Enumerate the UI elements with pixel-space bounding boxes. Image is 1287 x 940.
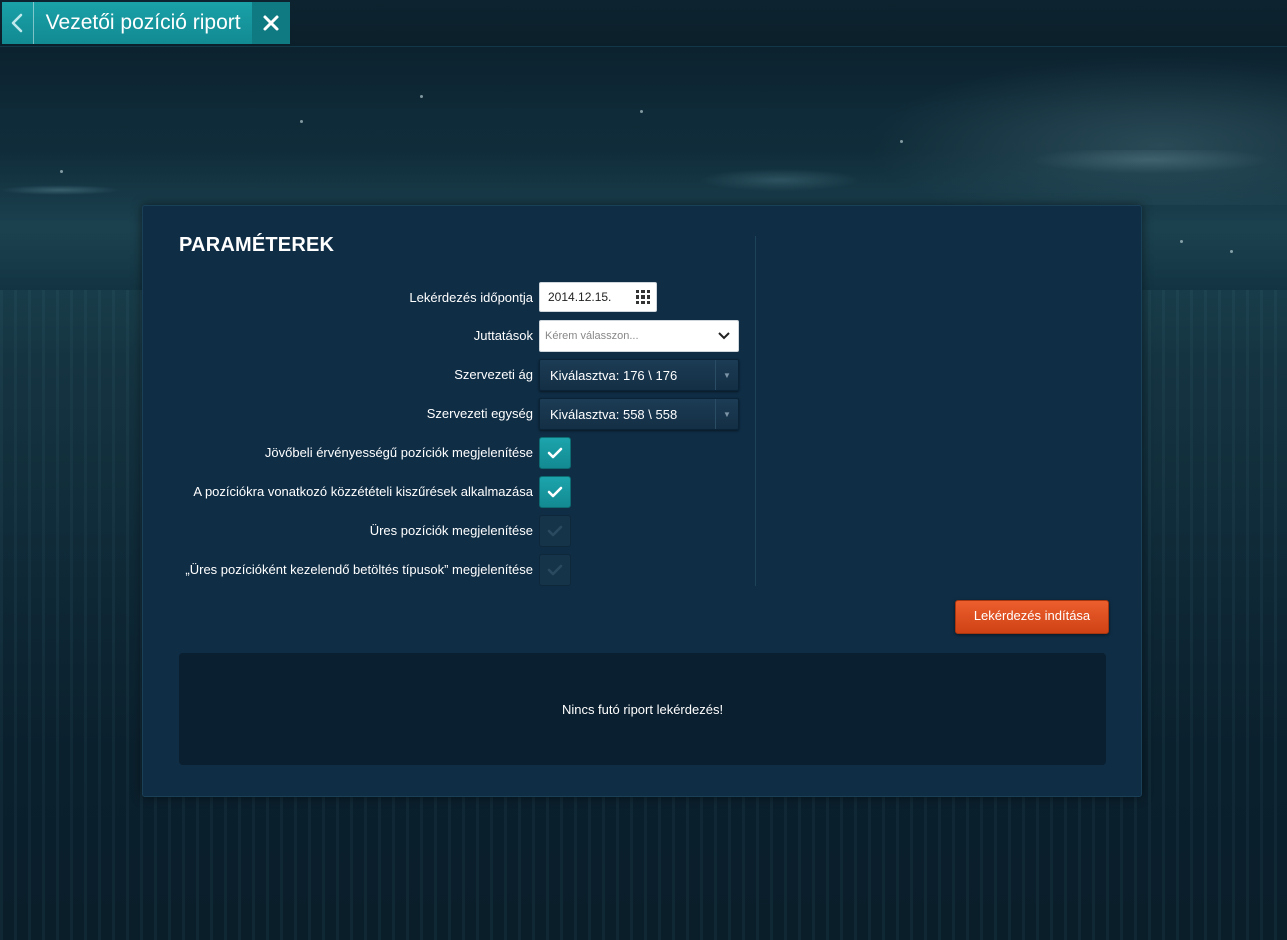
- unit-row: Szervezeti egység Kiválasztva: 558 \ 558…: [143, 398, 743, 430]
- date-row: Lekérdezés időpontja 2014.12.15.: [143, 282, 743, 314]
- panel-heading: PARAMÉTEREK: [179, 234, 335, 256]
- benefits-placeholder: Kérem válasszon...: [545, 330, 639, 342]
- checkbox-label: Üres pozíciók megjelenítése: [369, 523, 533, 538]
- empty-fill-types-checkbox[interactable]: [539, 554, 571, 586]
- checkmark-icon: [547, 447, 563, 459]
- background-light: [60, 170, 63, 173]
- empty-positions-checkbox[interactable]: [539, 515, 571, 547]
- branch-dropdown[interactable]: Kiválasztva: 176 \ 176 ▼: [539, 359, 739, 391]
- background-light: [420, 95, 423, 98]
- future-positions-checkbox[interactable]: [539, 437, 571, 469]
- checkbox-label: Jövőbeli érvényességű pozíciók megjelení…: [264, 445, 533, 460]
- date-input[interactable]: 2014.12.15.: [539, 282, 657, 312]
- report-tab[interactable]: Vezetői pozíció riport: [2, 2, 290, 44]
- run-query-button[interactable]: Lekérdezés indítása: [955, 600, 1109, 634]
- branch-value: Kiválasztva: 176 \ 176: [550, 367, 678, 383]
- checkbox-label: A pozíciókra vonatkozó közzétételi kiszű…: [193, 484, 533, 499]
- checkmark-icon: [547, 486, 563, 498]
- checkmark-icon: [547, 525, 563, 537]
- benefits-row: Juttatások Kérem válasszon...: [143, 320, 743, 352]
- checkbox-row-filltypes: „Üres pozícióként kezelendő betöltés típ…: [143, 554, 743, 586]
- calendar-icon[interactable]: [636, 290, 650, 304]
- publication-filter-checkbox[interactable]: [539, 476, 571, 508]
- branch-row: Szervezeti ág Kiválasztva: 176 \ 176 ▼: [143, 359, 743, 391]
- unit-label: Szervezeti egység: [426, 406, 533, 421]
- checkbox-row-filter: A pozíciókra vonatkozó közzétételi kiszű…: [143, 476, 743, 508]
- branch-label: Szervezeti ág: [454, 367, 533, 382]
- background-light: [1180, 240, 1183, 243]
- background-light: [1230, 250, 1233, 253]
- parameters-panel: PARAMÉTEREK Lekérdezés időpontja 2014.12…: [142, 205, 1142, 797]
- background-light: [300, 120, 303, 123]
- chevron-down-icon: [718, 332, 730, 340]
- caret-down-icon: ▼: [715, 360, 738, 390]
- column-divider: [755, 236, 756, 586]
- unit-dropdown[interactable]: Kiválasztva: 558 \ 558 ▼: [539, 398, 739, 430]
- back-button[interactable]: [2, 2, 34, 44]
- close-tab-button[interactable]: [251, 2, 290, 44]
- benefits-select[interactable]: Kérem válasszon...: [539, 320, 739, 352]
- status-box: Nincs futó riport lekérdezés!: [179, 653, 1106, 765]
- status-text: Nincs futó riport lekérdezés!: [561, 701, 724, 717]
- unit-value: Kiválasztva: 558 \ 558: [550, 406, 678, 422]
- chevron-left-icon: [12, 13, 23, 33]
- date-label: Lekérdezés időpontja: [409, 290, 533, 305]
- checkbox-row-empty: Üres pozíciók megjelenítése: [143, 515, 743, 547]
- checkbox-label: „Üres pozícióként kezelendő betöltés típ…: [185, 562, 533, 577]
- top-tab-bar: Vezetői pozíció riport: [0, 0, 1287, 47]
- caret-down-icon: ▼: [715, 399, 738, 429]
- checkbox-row-future: Jövőbeli érvényességű pozíciók megjelení…: [143, 437, 743, 469]
- checkmark-icon: [547, 564, 563, 576]
- close-icon: [263, 15, 279, 31]
- benefits-label: Juttatások: [473, 328, 533, 343]
- background-light: [640, 110, 643, 113]
- date-value: 2014.12.15.: [548, 290, 612, 304]
- background-light: [900, 140, 903, 143]
- tab-title: Vezetői pozíció riport: [45, 11, 241, 34]
